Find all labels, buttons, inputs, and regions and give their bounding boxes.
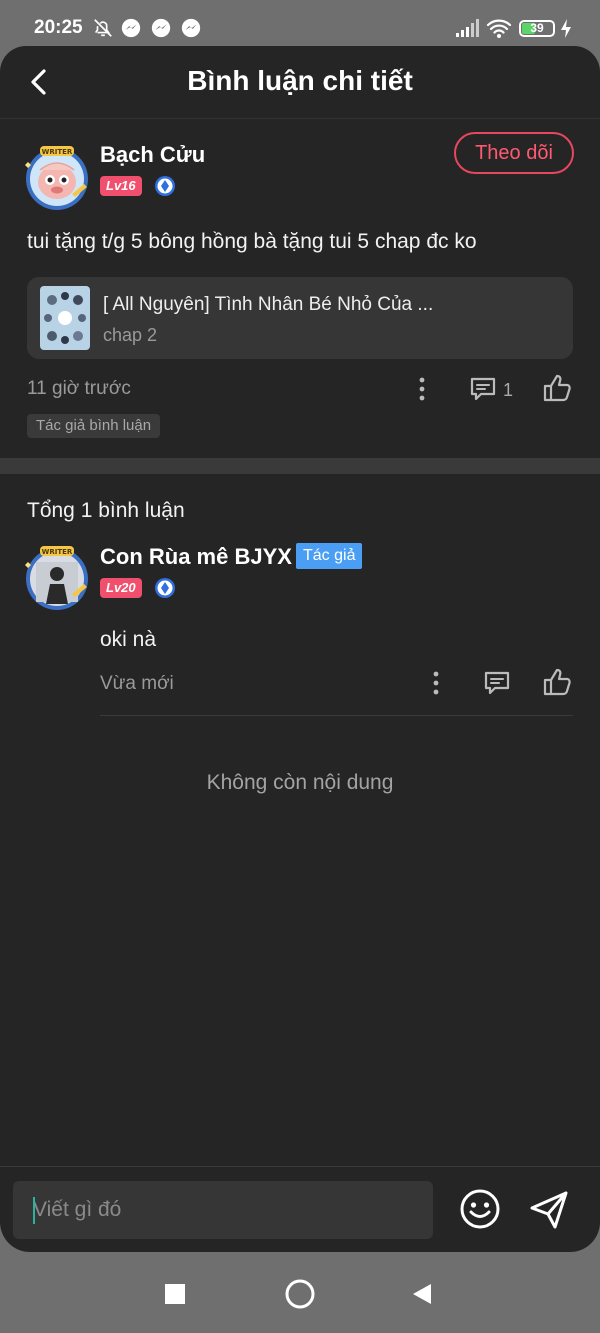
level-badge: Lv16 — [100, 176, 142, 196]
avatar-frame-text: WRITER — [42, 548, 73, 556]
level-badge: Lv20 — [100, 578, 142, 598]
battery-level: 39 — [530, 21, 544, 35]
messenger-icon — [151, 18, 171, 38]
messenger-icon — [121, 18, 141, 38]
like-icon[interactable] — [541, 666, 573, 698]
battery-icon: 39 — [519, 20, 555, 37]
reply-icon[interactable] — [469, 375, 497, 403]
input-placeholder: Viết gì đó — [33, 1198, 122, 1221]
reply-text: oki nà — [100, 628, 157, 651]
avatar[interactable]: WRITER — [22, 142, 92, 212]
avatar-frame-text: WRITER — [42, 148, 73, 156]
end-of-content: Không còn nội dung — [206, 771, 394, 794]
comment-author[interactable]: Bạch Cửu — [100, 142, 205, 168]
system-nav-bar — [0, 1252, 600, 1333]
story-cover-image — [40, 286, 90, 350]
story-card[interactable]: [ All Nguyên] Tình Nhân Bé Nhỏ Của ... c… — [27, 277, 573, 359]
messenger-icon — [181, 18, 201, 38]
section-divider — [0, 458, 600, 474]
comment-detail-screen: Bình luận chi tiết WRITER Bạch Cửu Lv16 … — [0, 46, 600, 1252]
more-options-icon[interactable] — [412, 376, 432, 402]
follow-button[interactable]: Theo dõi — [454, 132, 574, 174]
story-title: [ All Nguyên] Tình Nhân Bé Nhỏ Của ... — [103, 294, 434, 315]
send-button[interactable] — [526, 1187, 572, 1233]
home-button[interactable] — [284, 1278, 316, 1310]
recents-button[interactable] — [164, 1283, 186, 1305]
text-caret — [33, 1197, 35, 1224]
comment-input[interactable]: Viết gì đó — [13, 1181, 433, 1239]
author-comment-tag: Tác giả bình luận — [27, 414, 161, 438]
status-time: 20:25 — [34, 17, 83, 38]
wifi-icon — [486, 19, 512, 38]
header: Bình luận chi tiết — [0, 46, 600, 119]
diamond-badge-icon — [155, 176, 175, 196]
reply-icon[interactable] — [483, 669, 511, 697]
reply-time: Vừa mới — [100, 673, 174, 694]
comment-time: 11 giờ trước — [27, 378, 131, 399]
reply-count: 1 — [503, 380, 514, 400]
bell-off-icon — [94, 19, 112, 37]
emoji-button[interactable] — [458, 1187, 502, 1231]
author-badge: Tác giả — [296, 543, 363, 569]
more-options-icon[interactable] — [426, 670, 446, 696]
avatar[interactable]: WRITER — [22, 542, 92, 612]
story-chapter: chap 2 — [103, 325, 158, 345]
comment-text: tui tặng t/g 5 bông hồng bà tặng tui 5 c… — [27, 230, 477, 253]
charging-icon — [561, 19, 571, 38]
total-comments: Tổng 1 bình luận — [27, 499, 185, 522]
divider — [100, 715, 573, 716]
reply-author[interactable]: Con Rùa mê BJYX — [100, 544, 292, 570]
comment-input-bar: Viết gì đó — [0, 1166, 600, 1252]
signal-icon — [456, 19, 479, 37]
like-icon[interactable] — [541, 372, 573, 404]
back-nav-button[interactable] — [410, 1282, 434, 1306]
page-title: Bình luận chi tiết — [187, 65, 413, 96]
diamond-badge-icon — [155, 578, 175, 598]
